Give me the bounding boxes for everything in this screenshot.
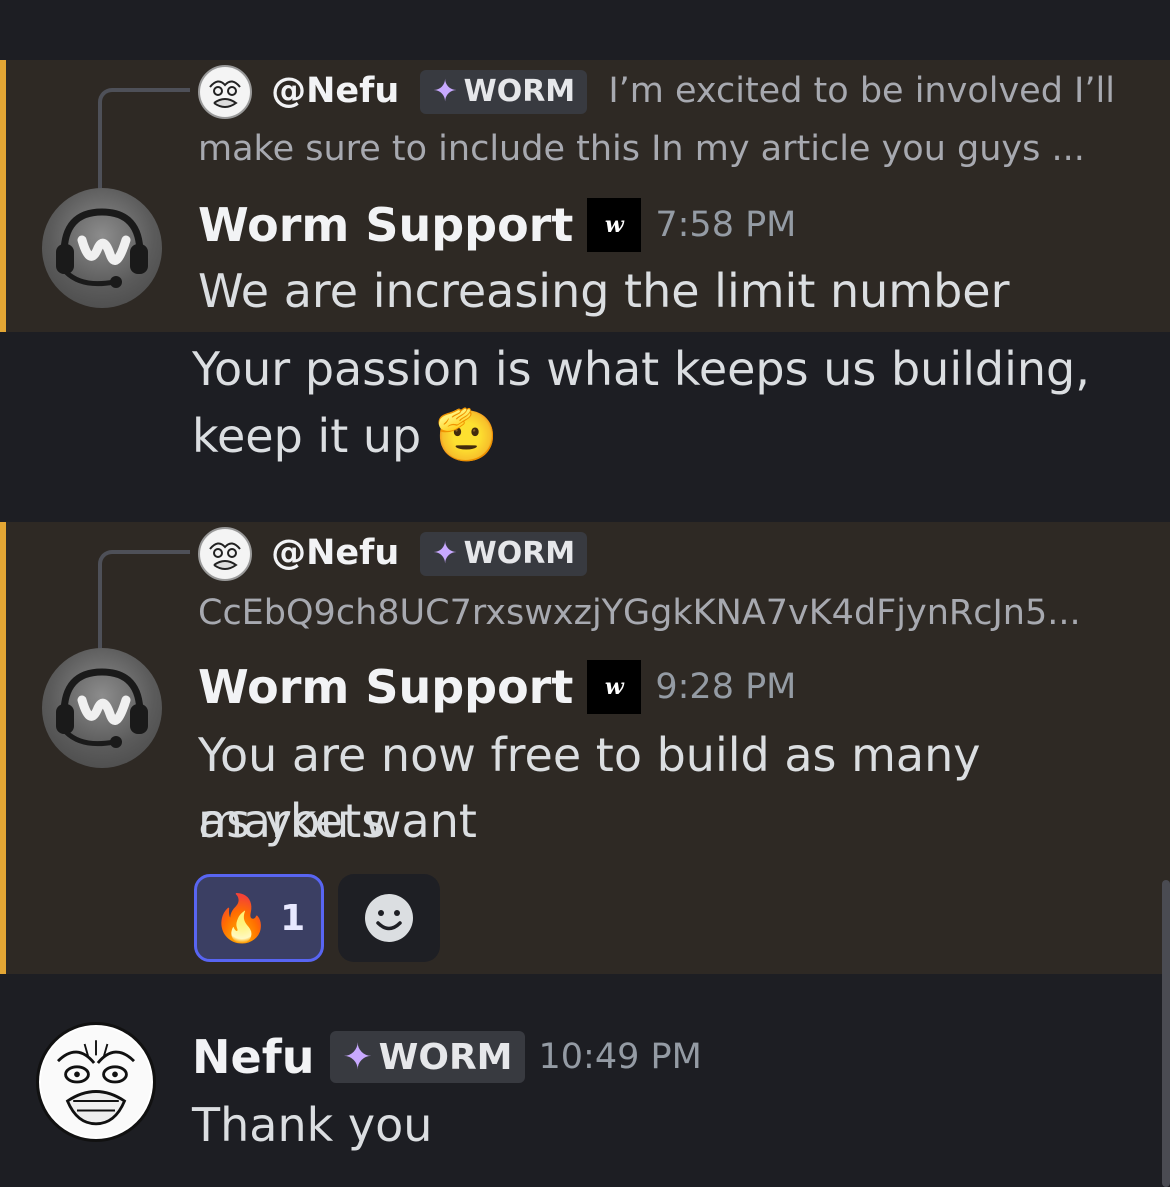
reply-mention[interactable]: @Nefu: [271, 533, 399, 573]
message-worm-support-1[interactable]: @Nefu ✦ WORM I’m excited to be involved I…: [0, 60, 1170, 332]
reply-preview-text: CcEbQ9ch8UC7rxswxzjYGgkKNA7vK4dFjynRcJn5…: [198, 593, 1081, 633]
message-text-continued: as you want: [198, 794, 477, 848]
reply-preview-text: I’m excited to be involved I’ll: [608, 71, 1115, 111]
author-name[interactable]: Worm Support: [198, 660, 573, 714]
nefu-small-avatar: [198, 527, 252, 581]
scrollbar[interactable]: [1162, 880, 1170, 1187]
role-tag: ✦ WORM: [420, 70, 588, 114]
saluting-face-emoji: 🫡: [435, 406, 499, 464]
author-name[interactable]: Nefu: [192, 1030, 314, 1084]
message-text-line-2: keep it up 🫡: [192, 402, 1140, 469]
timestamp: 10:49 PM: [538, 1037, 702, 1077]
reply-connector: [98, 550, 190, 660]
timestamp: 7:58 PM: [655, 205, 797, 245]
message-header: Worm Support w 7:58 PM: [198, 190, 796, 260]
message-header: Nefu ✦ WORM 10:49 PM: [192, 1022, 702, 1092]
message-text-line: Your passion is what keeps us building,: [192, 342, 1090, 396]
diamond-sparkle-icon: ✦: [432, 74, 458, 109]
role-tag-label: WORM: [463, 74, 576, 109]
role-tag-label: WORM: [463, 536, 576, 571]
reply-preview-continued: make sure to include this In my article …: [198, 129, 1085, 169]
message-text-continued: keep it up: [192, 409, 422, 463]
reaction-fire[interactable]: 🔥 1: [194, 874, 324, 962]
worm-support-avatar[interactable]: [42, 648, 162, 768]
nefu-small-avatar: [198, 65, 252, 119]
message-worm-support-3[interactable]: @Nefu ✦ WORM CcEbQ9ch8UC7rxswxzjYGgkKNA7v…: [0, 522, 1170, 974]
reply-preview[interactable]: @Nefu ✦ WORM: [198, 524, 1130, 582]
reply-connector: [98, 88, 190, 198]
worm-support-avatar[interactable]: [42, 188, 162, 308]
message-text: We are increasing the limit number: [198, 264, 1010, 318]
add-reaction-button[interactable]: [338, 874, 440, 962]
role-tag: ✦ WORM: [330, 1031, 525, 1083]
role-tag: ✦ WORM: [420, 532, 588, 576]
nefu-avatar[interactable]: [36, 1022, 156, 1142]
message-worm-support-2[interactable]: Your passion is what keeps us building, …: [0, 332, 1170, 522]
worm-logo-icon: w: [587, 198, 642, 252]
message-text: Thank you: [192, 1098, 433, 1152]
reply-mention[interactable]: @Nefu: [271, 71, 399, 111]
reply-preview[interactable]: @Nefu ✦ WORM I’m excited to be involved I…: [198, 62, 1130, 120]
role-tag-label: WORM: [378, 1036, 513, 1078]
message-nefu[interactable]: Nefu ✦ WORM 10:49 PM Thank you: [0, 974, 1170, 1187]
top-spacer: [0, 0, 1170, 60]
smiley-face-icon: [365, 894, 413, 942]
diamond-sparkle-icon: ✦: [432, 536, 458, 571]
author-name[interactable]: Worm Support: [198, 198, 573, 252]
reaction-count: 1: [280, 897, 306, 939]
worm-logo-icon: w: [587, 660, 642, 714]
fire-emoji: 🔥: [212, 890, 271, 945]
message-header: Worm Support w 9:28 PM: [198, 652, 796, 722]
diamond-sparkle-icon: ✦: [342, 1036, 373, 1078]
timestamp: 9:28 PM: [655, 667, 797, 707]
